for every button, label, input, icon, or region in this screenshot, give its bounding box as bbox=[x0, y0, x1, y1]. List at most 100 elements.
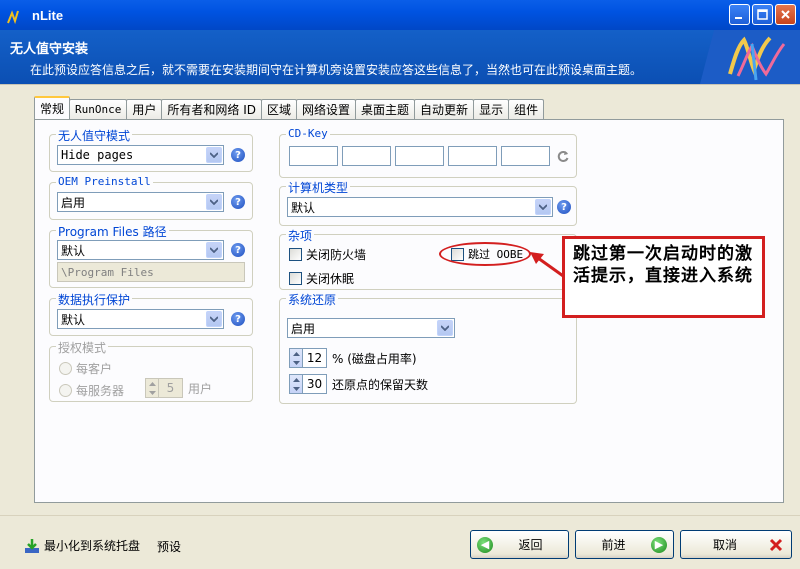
disable-firewall-label: 关闭防火墙 bbox=[306, 248, 367, 262]
license-mode-legend: 授权模式 bbox=[56, 339, 109, 356]
per-server-label: 每服务器 bbox=[76, 384, 125, 398]
disk-usage-label: % (磁盘占用率) bbox=[332, 351, 417, 366]
oem-preinstall-value: 启用 bbox=[61, 195, 86, 210]
server-users-label: 用户 bbox=[188, 381, 213, 396]
computer-type-help-icon[interactable]: ? bbox=[557, 200, 571, 214]
unattended-mode-select[interactable]: Hide pages bbox=[57, 145, 224, 165]
next-button[interactable]: 前进 ▶ bbox=[575, 530, 674, 559]
dep-select[interactable]: 默认 bbox=[57, 309, 224, 329]
disable-hibernation-label: 关闭休眠 bbox=[306, 272, 355, 286]
cancel-label: 取消 bbox=[712, 538, 737, 552]
oem-help-icon[interactable]: ? bbox=[231, 195, 245, 209]
page-header: 无人值守安装 在此预设应答信息之后，就不需要在安装期间守在计算机旁设置安装应答这… bbox=[0, 30, 800, 84]
oem-preinstall-legend: OEM Preinstall bbox=[56, 175, 153, 188]
disk-usage-value: 12 bbox=[303, 348, 327, 368]
maximize-button[interactable] bbox=[752, 4, 773, 25]
unattended-mode-legend: 无人值守模式 bbox=[56, 127, 133, 144]
arrow-left-icon: ◀ bbox=[477, 536, 493, 553]
system-restore-select[interactable]: 启用 bbox=[287, 318, 455, 338]
chevron-down-icon bbox=[206, 147, 222, 163]
chevron-down-icon bbox=[437, 320, 453, 336]
tab-owner-network-id[interactable]: 所有者和网络 ID bbox=[161, 99, 262, 119]
close-icon bbox=[781, 10, 790, 19]
program-files-legend: Program Files 路径 bbox=[56, 223, 169, 240]
tab-components[interactable]: 组件 bbox=[508, 99, 545, 119]
unattended-mode-value: Hide pages bbox=[61, 148, 134, 162]
dep-value: 默认 bbox=[61, 312, 86, 327]
refresh-key-icon[interactable] bbox=[556, 149, 570, 163]
page-description: 在此预设应答信息之后，就不需要在安装期间守在计算机旁设置安装应答这些信息了，当然… bbox=[30, 63, 643, 77]
computer-type-select[interactable]: 默认 bbox=[287, 197, 553, 217]
next-label: 前进 bbox=[601, 538, 626, 552]
cd-key-field-2[interactable] bbox=[342, 146, 391, 166]
oem-preinstall-select[interactable]: 启用 bbox=[57, 192, 224, 212]
computer-type-legend: 计算机类型 bbox=[286, 179, 351, 196]
checkbox-box bbox=[289, 272, 302, 285]
per-seat-label: 每客户 bbox=[76, 362, 113, 376]
disable-hibernation-checkbox[interactable]: 关闭休眠 bbox=[289, 270, 354, 287]
minimize-icon bbox=[735, 17, 742, 19]
disable-firewall-checkbox[interactable]: 关闭防火墙 bbox=[289, 246, 366, 263]
dep-help-icon[interactable]: ? bbox=[231, 312, 245, 326]
restore-days-label: 还原点的保留天数 bbox=[332, 377, 429, 392]
dep-legend: 数据执行保护 bbox=[56, 291, 133, 308]
program-files-select[interactable]: 默认 bbox=[57, 240, 224, 260]
cancel-button[interactable]: 取消 bbox=[680, 530, 792, 559]
footer-bar: 最小化到系统托盘 预设 ◀ 返回 前进 ▶ 取消 bbox=[0, 515, 800, 569]
chevron-down-icon bbox=[206, 242, 222, 258]
minimize-to-tray-link[interactable]: 最小化到系统托盘 bbox=[24, 537, 140, 554]
unattended-help-icon[interactable]: ? bbox=[231, 148, 245, 162]
radio-circle bbox=[59, 384, 72, 397]
radio-circle bbox=[59, 362, 72, 375]
chevron-down-icon bbox=[206, 311, 222, 327]
per-seat-radio[interactable]: 每客户 bbox=[59, 360, 112, 377]
tab-display[interactable]: 显示 bbox=[473, 99, 510, 119]
tab-regional[interactable]: 区域 bbox=[261, 99, 298, 119]
close-window-button[interactable] bbox=[775, 4, 796, 25]
cd-key-field-5[interactable] bbox=[501, 146, 550, 166]
misc-legend: 杂项 bbox=[286, 227, 315, 244]
tab-automatic-updates[interactable]: 自动更新 bbox=[414, 99, 475, 119]
tray-download-icon bbox=[25, 538, 39, 553]
cd-key-field-4[interactable] bbox=[448, 146, 497, 166]
system-restore-value: 启用 bbox=[291, 321, 316, 336]
tab-desktop-themes[interactable]: 桌面主题 bbox=[355, 99, 416, 119]
program-files-path-field: \Program Files bbox=[57, 262, 245, 282]
system-restore-legend: 系统还原 bbox=[286, 291, 339, 308]
program-files-help-icon[interactable]: ? bbox=[231, 243, 245, 257]
spinner-arrows-icon[interactable] bbox=[145, 378, 159, 398]
server-users-spinner[interactable]: 5 用户 bbox=[145, 378, 212, 398]
title-bar: nLite bbox=[0, 0, 800, 30]
server-users-value: 5 bbox=[159, 378, 183, 398]
nlite-app-icon bbox=[6, 5, 28, 25]
arrow-right-icon: ▶ bbox=[651, 536, 667, 553]
back-button[interactable]: ◀ 返回 bbox=[470, 530, 569, 559]
tab-strip: 常规 RunOnce 用户 所有者和网络 ID 区域 网络设置 桌面主题 自动更… bbox=[34, 96, 545, 119]
spinner-arrows-icon[interactable] bbox=[289, 374, 303, 394]
per-server-radio[interactable]: 每服务器 bbox=[59, 382, 124, 399]
restore-days-spinner[interactable]: 30 还原点的保留天数 bbox=[289, 374, 428, 394]
checkbox-box bbox=[289, 248, 302, 261]
cd-key-field-1[interactable] bbox=[289, 146, 338, 166]
cd-key-legend: CD-Key bbox=[286, 127, 330, 140]
cd-key-field-3[interactable] bbox=[395, 146, 444, 166]
program-files-value: 默认 bbox=[61, 243, 86, 258]
tab-users[interactable]: 用户 bbox=[126, 99, 163, 119]
computer-type-value: 默认 bbox=[291, 200, 316, 215]
chevron-down-icon bbox=[206, 194, 222, 210]
preset-link[interactable]: 预设 bbox=[157, 538, 181, 555]
oobe-highlight-oval bbox=[439, 242, 531, 266]
annotation-callout: 跳过第一次启动时的激活提示，直接进入系统 bbox=[562, 236, 765, 318]
spinner-arrows-icon[interactable] bbox=[289, 348, 303, 368]
window-title: nLite bbox=[32, 7, 64, 23]
minimize-to-tray-label: 最小化到系统托盘 bbox=[44, 539, 141, 553]
back-label: 返回 bbox=[518, 538, 543, 552]
nlite-logo-icon bbox=[700, 30, 800, 84]
minimize-button[interactable] bbox=[729, 4, 750, 25]
tab-general[interactable]: 常规 bbox=[34, 96, 71, 119]
disk-usage-spinner[interactable]: 12 % (磁盘占用率) bbox=[289, 348, 417, 368]
tab-runonce[interactable]: RunOnce bbox=[69, 99, 128, 119]
restore-days-value: 30 bbox=[303, 374, 327, 394]
tab-network-settings[interactable]: 网络设置 bbox=[296, 99, 357, 119]
chevron-down-icon bbox=[535, 199, 551, 215]
